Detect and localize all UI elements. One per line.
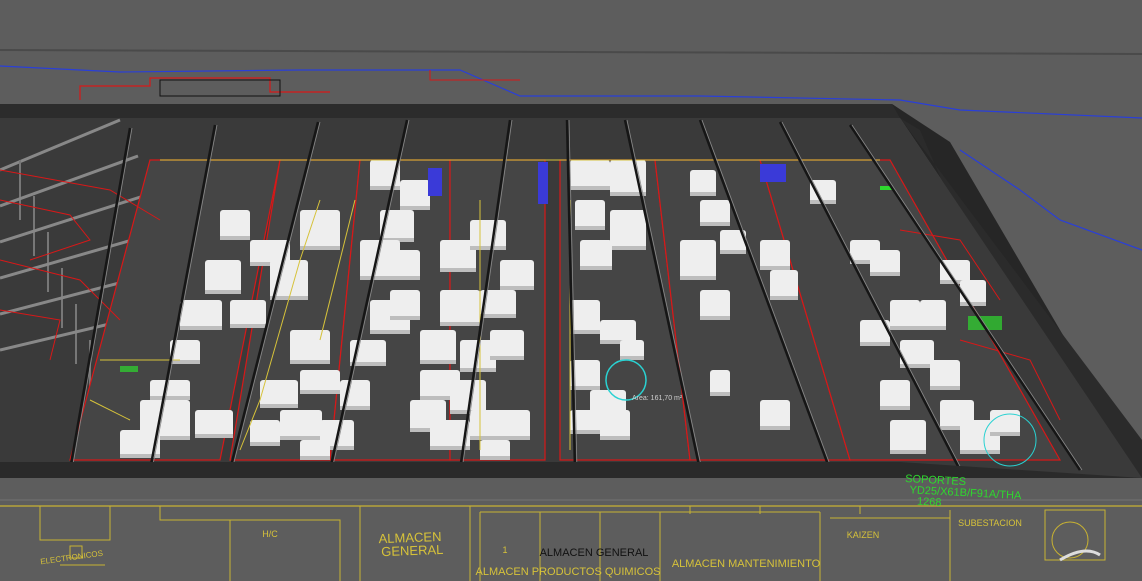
- machine-block[interactable]: [490, 330, 524, 360]
- blue-machine-3[interactable]: [760, 164, 786, 182]
- machine-block[interactable]: [290, 330, 330, 364]
- machine-block[interactable]: [920, 300, 946, 330]
- machine-block[interactable]: [300, 210, 340, 250]
- blue-machine-1[interactable]: [428, 168, 442, 196]
- label-almacen-mantenimiento: ALMACEN MANTENIMIENTO: [672, 558, 821, 570]
- machine-block[interactable]: [205, 260, 241, 294]
- machine-block[interactable]: [680, 240, 716, 280]
- label-almacen-general: ALMACEN GENERAL: [378, 529, 445, 559]
- machine-block[interactable]: [760, 240, 790, 270]
- machine-block[interactable]: [880, 380, 910, 410]
- back-wall: [0, 104, 912, 118]
- machine-block[interactable]: [610, 210, 646, 250]
- blue-machine-2[interactable]: [538, 162, 548, 204]
- machine-block[interactable]: [890, 420, 926, 454]
- machine-block[interactable]: [930, 360, 960, 390]
- machine-block[interactable]: [390, 290, 420, 320]
- label-area: Area: 161,70 m²: [632, 395, 683, 402]
- machine-block[interactable]: [770, 270, 798, 300]
- machine-block[interactable]: [760, 400, 790, 430]
- machine-block[interactable]: [260, 380, 298, 408]
- factory-scene[interactable]: ALMACEN GENERAL ALMACEN GENERAL ALMACEN …: [0, 0, 1142, 581]
- machine-block[interactable]: [700, 290, 730, 320]
- machine-block[interactable]: [390, 250, 420, 280]
- machine-block[interactable]: [570, 300, 600, 334]
- red-outline-top: [79, 77, 330, 100]
- machine-block[interactable]: [180, 300, 222, 330]
- machine-block[interactable]: [440, 290, 480, 326]
- machine-block[interactable]: [420, 330, 456, 364]
- machine-block[interactable]: [570, 160, 610, 190]
- 3d-viewport[interactable]: ALMACEN GENERAL ALMACEN GENERAL ALMACEN …: [0, 0, 1142, 581]
- machine-block[interactable]: [500, 410, 530, 440]
- label-almacen-general-small: ALMACEN GENERAL: [540, 547, 649, 559]
- machine-block[interactable]: [600, 410, 630, 440]
- machine-block[interactable]: [890, 300, 920, 330]
- machine-block[interactable]: [400, 180, 430, 210]
- machine-block[interactable]: [220, 210, 250, 240]
- label-hvc: H/C: [262, 529, 278, 539]
- label-almacen-productos-quimicos: ALMACEN PRODUCTOS QUIMICOS: [476, 566, 661, 578]
- machine-block[interactable]: [195, 410, 233, 438]
- machine-block[interactable]: [580, 240, 612, 270]
- machine-block[interactable]: [500, 260, 534, 290]
- label-kaizen: KAIZEN: [847, 530, 880, 540]
- label-number-1: 1: [502, 545, 507, 555]
- machine-block[interactable]: [470, 220, 506, 250]
- machine-block[interactable]: [575, 200, 605, 230]
- machine-block[interactable]: [230, 300, 266, 328]
- label-subestacion: SUBESTACION: [958, 518, 1022, 528]
- machine-block[interactable]: [280, 410, 322, 440]
